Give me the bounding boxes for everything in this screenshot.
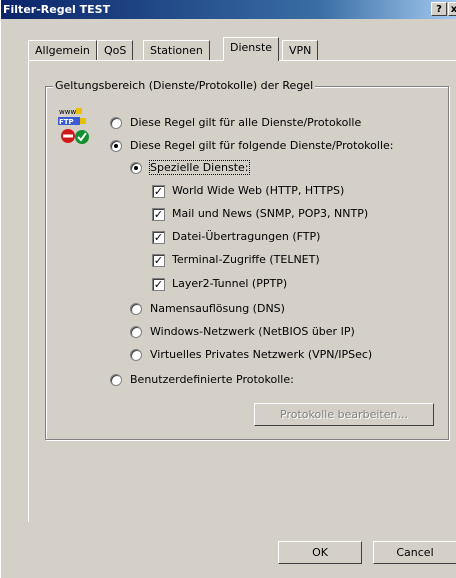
radio-vpn-ipsec-control[interactable] <box>130 349 142 361</box>
ok-button[interactable]: OK <box>278 541 362 564</box>
radio-netbios[interactable]: Windows-Netzwerk (NetBIOS über IP) <box>130 324 355 340</box>
radio-netbios-control[interactable] <box>130 326 142 338</box>
svg-text:www: www <box>59 108 76 116</box>
services-ftp-www-icon: www FTP <box>58 108 89 144</box>
radio-custom-protocols-control[interactable] <box>110 374 122 386</box>
tab-allgemein[interactable]: Allgemein <box>28 40 97 60</box>
close-button[interactable]: x <box>448 2 456 16</box>
checkbox-telnet[interactable]: ✓ Terminal-Zugriffe (TELNET) <box>152 252 320 268</box>
scope-group-title: Geltungsbereich (Dienste/Protokolle) der… <box>53 79 316 92</box>
radio-all-services[interactable]: Diese Regel gilt für alle Dienste/Protok… <box>110 115 361 131</box>
checkbox-pptp[interactable]: ✓ Layer2-Tunnel (PPTP) <box>152 276 287 292</box>
radio-all-services-control[interactable] <box>110 117 122 129</box>
window-title: Filter-Regel TEST <box>3 3 111 16</box>
edit-protocols-button[interactable]: Protokolle bearbeiten... <box>254 403 434 426</box>
radio-following-services-control[interactable] <box>110 140 122 152</box>
checkbox-pptp-control[interactable]: ✓ <box>152 277 165 291</box>
help-button[interactable]: ? <box>431 2 447 16</box>
tab-qos[interactable]: QoS <box>97 40 134 60</box>
radio-vpn-ipsec[interactable]: Virtuelles Privates Netzwerk (VPN/IPSec) <box>130 347 372 363</box>
radio-special-services-control[interactable] <box>130 162 142 174</box>
filter-rule-dialog: Filter-Regel TEST ? x Allgemein QoS Stat… <box>0 0 456 578</box>
radio-dns[interactable]: Namensauflösung (DNS) <box>130 301 285 317</box>
radio-dns-control[interactable] <box>130 303 142 315</box>
cancel-button[interactable]: Cancel <box>373 541 456 564</box>
checkbox-mail-news-control[interactable]: ✓ <box>152 207 165 221</box>
checkbox-ftp-control[interactable]: ✓ <box>152 230 165 244</box>
checkbox-telnet-control[interactable]: ✓ <box>152 253 165 267</box>
radio-special-services[interactable]: Spezielle Dienste: <box>130 160 250 176</box>
radio-following-services[interactable]: Diese Regel gilt für folgende Dienste/Pr… <box>110 138 393 154</box>
title-bar[interactable]: Filter-Regel TEST ? x <box>1 0 456 19</box>
checkbox-www-control[interactable]: ✓ <box>152 184 165 198</box>
checkbox-ftp[interactable]: ✓ Datei-Übertragungen (FTP) <box>152 229 320 245</box>
tab-vpn[interactable]: VPN <box>282 40 319 60</box>
radio-custom-protocols[interactable]: Benutzerdefinierte Protokolle: <box>110 372 294 388</box>
svg-text:FTP: FTP <box>59 118 74 126</box>
checkbox-mail-news[interactable]: ✓ Mail und News (SNMP, POP3, NNTP) <box>152 206 368 222</box>
tab-stationen[interactable]: Stationen <box>143 40 210 60</box>
tab-dienste[interactable]: Dienste <box>223 37 280 61</box>
checkbox-www[interactable]: ✓ World Wide Web (HTTP, HTTPS) <box>152 183 344 199</box>
